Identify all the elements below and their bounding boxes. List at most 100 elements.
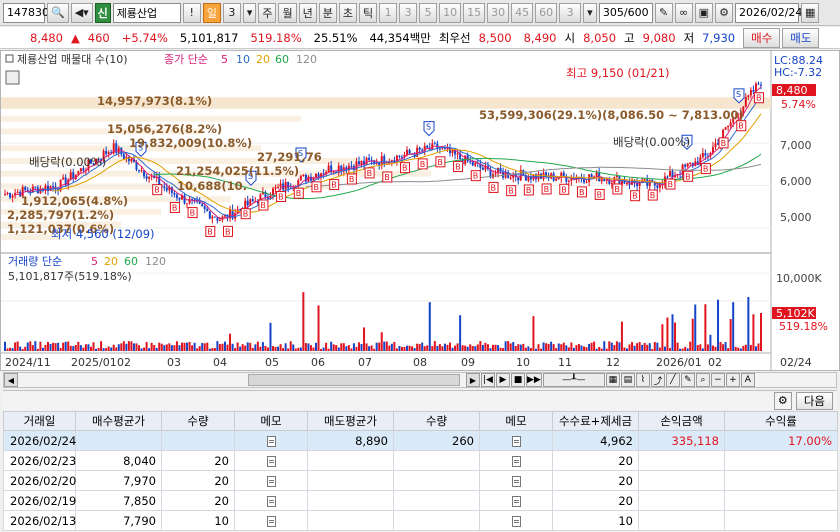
period-minute-button[interactable]: 분 (318, 2, 337, 23)
table-row[interactable]: 2026/02/24 8,890 260 4,962 335,118 17.00… (3, 430, 838, 451)
link-button[interactable]: ∞ (674, 2, 693, 23)
sell-memo-cell[interactable] (479, 510, 553, 531)
period-second-button[interactable]: 초 (338, 2, 357, 23)
trend-button[interactable]: ⤴ (650, 373, 665, 387)
sell-memo-cell[interactable] (479, 470, 553, 491)
col-header[interactable]: 메모 (479, 411, 553, 431)
sound-button[interactable]: ◀▾ (70, 2, 93, 23)
interval-30-button[interactable]: 30 (487, 2, 510, 23)
buy-memo-cell[interactable] (234, 450, 308, 471)
stock-name-field[interactable]: 제룡산업 (112, 2, 181, 23)
sell-memo-cell[interactable] (479, 450, 553, 471)
volume-bar (706, 344, 709, 351)
zoom-in-button[interactable]: + (725, 373, 740, 387)
draw-tool-button[interactable]: ✎ (654, 2, 673, 23)
fast-forward-icon: ▶▶ (527, 375, 541, 385)
chart-area[interactable]: BBBBBBBBBBBBBBBBBBBBBBBBBBBBBBBBBBBSSSSS… (0, 50, 840, 371)
memo-icon[interactable] (511, 435, 521, 447)
memo-icon[interactable] (511, 455, 521, 467)
stop-button[interactable]: ■ (511, 373, 525, 387)
interval-1-button[interactable]: 1 (379, 2, 398, 23)
speed-slider[interactable]: —┸— (542, 373, 605, 387)
play-button[interactable]: ▶ (496, 373, 510, 387)
table-row[interactable]: 2026/02/20 7,970 20 20 (3, 470, 838, 491)
zoom-button[interactable]: ⌕ (695, 373, 710, 387)
panel-settings-button[interactable]: ⚙ (773, 391, 792, 410)
buy-memo-cell[interactable] (234, 470, 308, 491)
buy-memo-cell[interactable] (234, 490, 308, 511)
memo-icon[interactable] (511, 515, 521, 527)
calendar-button[interactable]: ▦ (801, 2, 820, 23)
fast-forward-button[interactable]: ▶▶ (526, 373, 542, 387)
memo-icon[interactable] (266, 515, 276, 527)
sell-button[interactable]: 매도 (782, 27, 820, 48)
memo-icon[interactable] (266, 475, 276, 487)
memo-icon[interactable] (266, 495, 276, 507)
settings-button[interactable]: ⚙ (715, 2, 734, 23)
stock-chart[interactable]: BBBB BBBB BB BBB BB B BBBB B B B B B BBB BBBBBBBSSSSS… (1, 51, 839, 370)
font-button[interactable]: A (740, 373, 755, 387)
memo-icon[interactable] (511, 495, 521, 507)
period-year-button[interactable]: 년 (298, 2, 317, 23)
save-button[interactable]: ▣ (694, 2, 714, 23)
period-month-button[interactable]: 월 (278, 2, 297, 23)
interval-3-button[interactable]: 3 (399, 2, 418, 23)
search-button[interactable]: 🔍 (47, 2, 69, 23)
col-header[interactable]: 수량 (161, 411, 235, 431)
stock-code-input[interactable]: 147830 (3, 2, 49, 23)
alert-button[interactable]: ! (182, 2, 201, 23)
chart-scrollbar[interactable]: ◀ ▶ |◀ ▶ ■ ▶▶ —┸— ▦ ▤ ⌇ ⤴ ╱ ✎ ⌕ − + A (3, 372, 837, 388)
interval-10-button[interactable]: 10 (439, 2, 462, 23)
col-header[interactable]: 수익률 (724, 411, 838, 431)
interval-60-button[interactable]: 60 (535, 2, 558, 23)
col-header[interactable]: 손익금액 (638, 411, 725, 431)
col-header[interactable]: 수수료+제세금 (552, 411, 639, 431)
col-header[interactable]: 매수평균가 (75, 411, 162, 431)
buy-memo-cell[interactable] (234, 430, 308, 451)
table-row[interactable]: 2026/02/13 7,790 10 10 (3, 510, 838, 531)
candle-body (173, 192, 176, 195)
interval-15-button[interactable]: 15 (463, 2, 486, 23)
sell-memo-cell[interactable] (479, 430, 553, 451)
period-tick-button[interactable]: 틱 (358, 2, 378, 23)
interval-45-button[interactable]: 45 (511, 2, 534, 23)
sell-memo-cell[interactable] (479, 490, 553, 511)
table-row[interactable]: 2026/02/19 7,850 20 20 (3, 490, 838, 511)
scroll-right-button[interactable]: ▶ (466, 373, 480, 387)
period-week-button[interactable]: 주 (258, 2, 277, 23)
period-day-button[interactable]: 일 (202, 2, 221, 23)
buy-memo-cell[interactable] (234, 510, 308, 531)
next-button[interactable]: 다음 (795, 391, 833, 410)
interval-5-button[interactable]: 5 (419, 2, 438, 23)
interval-dropdown-button[interactable]: ▾ (583, 2, 597, 23)
candle-body (44, 185, 47, 191)
table-toggle-icon[interactable] (5, 70, 20, 85)
period-multiplier-button[interactable]: 3 (222, 2, 241, 23)
table-row[interactable]: 2026/02/23 8,040 20 20 (3, 450, 838, 471)
col-header[interactable]: 매도평균가 (307, 411, 394, 431)
col-header[interactable]: 메모 (234, 411, 308, 431)
interval-custom-button[interactable]: 3 (559, 2, 582, 23)
scroll-left-button[interactable]: ◀ (4, 373, 18, 387)
scroll-track[interactable] (18, 373, 466, 387)
col-header[interactable]: 수량 (393, 411, 480, 431)
chart-type-button[interactable]: ▦ (605, 373, 620, 387)
memo-icon[interactable] (266, 455, 276, 467)
memo-icon[interactable] (511, 475, 521, 487)
step-back-button[interactable]: |◀ (481, 373, 495, 387)
col-header[interactable]: 거래일 (3, 411, 76, 431)
draw-button[interactable]: ✎ (680, 373, 695, 387)
buy-marker-label: B (667, 180, 673, 189)
sell-avg: 8,890 (307, 430, 394, 451)
buy-button[interactable]: 매수 (743, 27, 781, 48)
zoom-out-button[interactable]: − (710, 373, 725, 387)
indicator-button[interactable]: ⌇ (635, 373, 650, 387)
scroll-thumb[interactable] (248, 374, 460, 386)
line-tool-button[interactable]: ╱ (665, 373, 680, 387)
candle-body (11, 195, 14, 198)
memo-icon[interactable] (266, 435, 276, 447)
period-dropdown-button[interactable]: ▾ (242, 2, 257, 23)
layout-button[interactable]: ▤ (620, 373, 635, 387)
data-count-field[interactable]: 305/600 (598, 2, 653, 23)
date-field[interactable]: 2026/02/24 (735, 2, 802, 23)
